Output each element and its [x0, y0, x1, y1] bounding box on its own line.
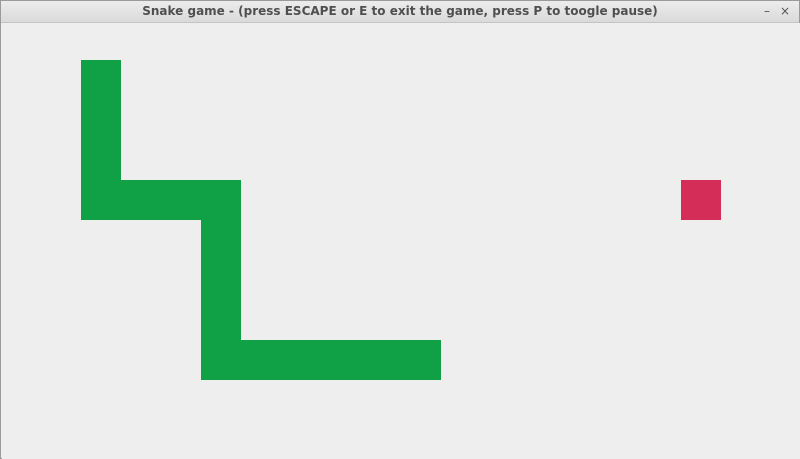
snake-segment [201, 300, 241, 340]
snake-head [401, 340, 441, 380]
close-icon[interactable]: × [777, 3, 793, 19]
window-title: Snake game - (press ESCAPE or E to exit … [142, 4, 658, 18]
minimize-icon[interactable]: – [759, 3, 775, 19]
snake-segment [201, 220, 241, 260]
snake-segment [201, 340, 241, 380]
snake-segment [81, 140, 121, 180]
snake-segment [81, 100, 121, 140]
game-window: Snake game - (press ESCAPE or E to exit … [0, 0, 800, 459]
snake-segment [81, 180, 121, 220]
snake-segment [121, 180, 161, 220]
snake-segment [161, 180, 201, 220]
title-bar[interactable]: Snake game - (press ESCAPE or E to exit … [1, 1, 799, 23]
food-item [681, 180, 721, 220]
snake-segment [241, 340, 281, 380]
snake-segment [201, 180, 241, 220]
snake-segment [281, 340, 321, 380]
snake-segment [361, 340, 401, 380]
game-board[interactable] [2, 23, 800, 459]
snake-segment [81, 60, 121, 100]
snake-segment [201, 260, 241, 300]
snake-segment [321, 340, 361, 380]
